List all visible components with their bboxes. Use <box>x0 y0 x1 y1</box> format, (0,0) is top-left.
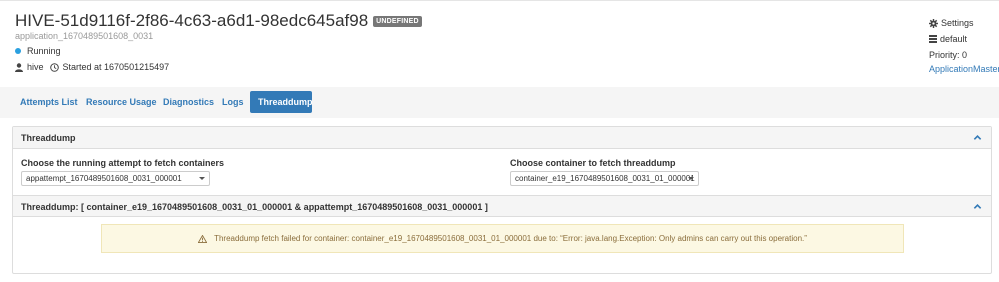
gear-icon <box>929 18 938 28</box>
page-title: HIVE-51d9116f-2f86-4c63-a6d1-98edc645af9… <box>15 11 422 31</box>
settings-link[interactable]: Settings <box>929 15 974 31</box>
state-badge: UNDEFINED <box>373 15 422 27</box>
app-info-panel: Settings default Priority: 0 <box>929 15 974 63</box>
user-icon <box>15 62 23 72</box>
threaddump-panel: Threaddump Choose the running attempt to… <box>12 126 992 274</box>
app-title-text: HIVE-51d9116f-2f86-4c63-a6d1-98edc645af9… <box>15 11 369 30</box>
priority-text: Priority: 0 <box>929 50 968 60</box>
attempt-select[interactable]: appattempt_1670489501608_0031_000001 <box>21 171 210 186</box>
panel-header: Threaddump <box>13 127 991 149</box>
tab-diagnostics[interactable]: Diagnostics <box>155 91 222 113</box>
tab-resource-usage[interactable]: Resource Usage <box>78 91 165 113</box>
warning-icon <box>198 234 208 243</box>
tab-threaddump[interactable]: Threaddump <box>250 91 313 113</box>
user-name: hive <box>27 62 44 72</box>
settings-label: Settings <box>941 18 974 28</box>
warning-alert: Threaddump fetch failed for container: c… <box>101 224 904 253</box>
status-indicator: Running <box>15 46 61 56</box>
priority-info: Priority: 0 <box>929 47 974 63</box>
threaddump-subtitle: Threaddump: [ container_e19_167048950160… <box>21 202 488 212</box>
container-select-label: Choose container to fetch threaddump <box>510 158 676 168</box>
caret-down-icon <box>199 177 205 180</box>
container-select[interactable]: container_e19_1670489501608_0031_01_0000… <box>510 171 699 186</box>
alert-message: Threaddump fetch failed for container: c… <box>214 234 807 243</box>
container-select-value: container_e19_1670489501608_0031_01_0000… <box>515 174 695 183</box>
application-id: application_1670489501608_0031 <box>15 31 154 41</box>
attempt-select-label: Choose the running attempt to fetch cont… <box>21 158 225 168</box>
queue-name: default <box>940 34 968 44</box>
app-meta: hive Started at 1670501215497 <box>15 62 169 72</box>
clock-icon <box>49 62 59 72</box>
caret-down-icon <box>688 177 694 180</box>
panel-title: Threaddump <box>21 133 76 143</box>
chevron-up-icon[interactable] <box>973 133 982 142</box>
start-time: Started at 1670501215497 <box>62 62 170 72</box>
threaddump-subheader: Threaddump: [ container_e19_167048950160… <box>13 195 991 217</box>
application-master-link[interactable]: ApplicationMaster <box>929 64 999 74</box>
tab-logs[interactable]: Logs <box>214 91 252 113</box>
attempt-select-value: appattempt_1670489501608_0031_000001 <box>26 174 182 183</box>
queue-icon <box>929 35 937 43</box>
running-dot-icon <box>15 48 21 54</box>
app-header: HIVE-51d9116f-2f86-4c63-a6d1-98edc645af9… <box>0 0 999 87</box>
tab-bar: Attempts List Resource Usage Diagnostics… <box>0 87 999 118</box>
chevron-up-icon[interactable] <box>973 202 982 211</box>
status-text: Running <box>27 46 61 56</box>
tab-attempts-list[interactable]: Attempts List <box>12 91 86 113</box>
queue-info: default <box>929 31 974 47</box>
